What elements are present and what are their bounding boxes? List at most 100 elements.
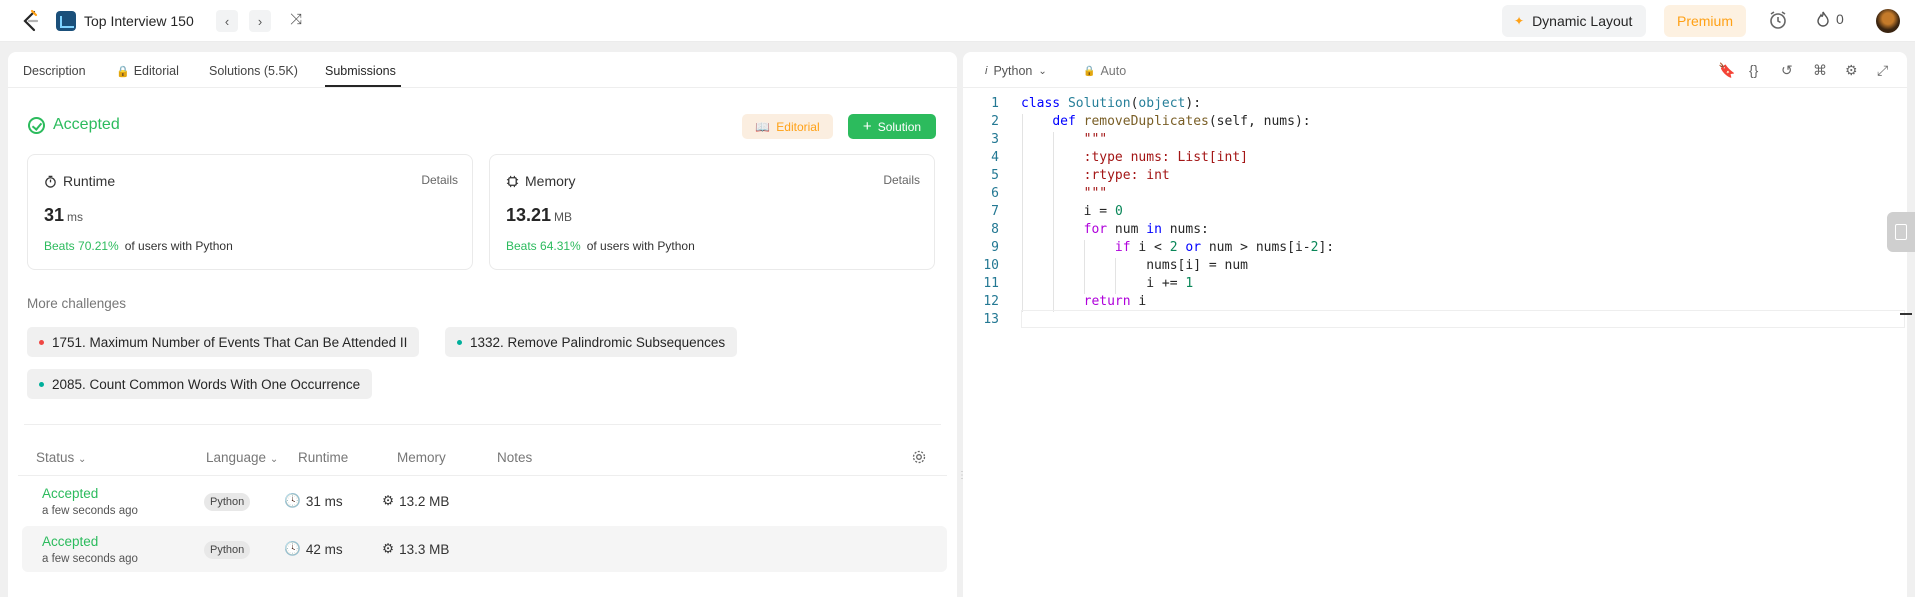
code-line: if i < 2 or num > nums[i-2]: [1021,240,1334,255]
editorial-button[interactable]: 📖 Editorial [742,114,833,139]
runtime-cell: 🕓 31 ms [284,493,343,509]
table-row[interactable]: Accepted a few seconds ago Python 🕓 42 ms… [22,526,947,572]
top-navbar: Top Interview 150 ‹ › ⤨ ✦ Dynamic Layout… [0,0,1915,42]
code-editor-panel: i Python ⌄ 🔒 Auto 🔖 {} ↺ ⌘ ⚙ ⤢ 1 2 3 4 5… [963,52,1907,597]
challenge-chip[interactable]: 2085. Count Common Words With One Occurr… [27,369,373,399]
runtime-cell-value: 42 ms [305,541,343,557]
lock-icon: 🔒 [1083,65,1096,77]
code-line: """ [1021,186,1107,201]
dynamic-layout-label: Dynamic Layout [1532,13,1633,29]
submission-time: a few seconds ago [42,505,138,517]
code-token: in [1146,222,1162,237]
dynamic-layout-button[interactable]: ✦ Dynamic Layout [1502,5,1646,37]
column-header-notes: Notes [497,450,533,465]
prev-problem-button[interactable]: ‹ [216,10,238,32]
settings-gear-icon[interactable] [912,450,926,464]
code-line: :type nums: List[int] [1021,150,1248,165]
book-icon: 📖 [755,119,771,134]
code-token: nums: [1161,222,1209,237]
code-token: Solution [1067,96,1131,111]
streak-counter[interactable]: 0 [1816,11,1844,27]
runtime-label: Runtime [63,173,116,189]
format-code-icon[interactable]: {} [1749,62,1758,78]
stopwatch-icon [45,175,56,188]
runtime-card[interactable]: Runtime Details 31 ms Beats 70.21% of user… [27,154,473,270]
more-challenges-title: More challenges [27,296,127,311]
code-line: def removeDuplicates(self, nums): [1021,114,1311,129]
line-number: 4 [991,150,999,165]
runtime-details-link[interactable]: Details [421,173,458,187]
runtime-beats-percent: Beats 70.21% [44,239,119,253]
language-selector[interactable]: i Python ⌄ [985,64,1047,78]
memory-details-link[interactable]: Details [883,173,920,187]
runtime-unit: ms [67,210,84,224]
active-tab-indicator [325,85,401,87]
code-token: i < [1130,240,1170,255]
problem-list-icon[interactable] [56,11,76,31]
auto-mode-toggle[interactable]: 🔒 Auto [1083,64,1126,78]
alarm-clock-icon[interactable] [1768,10,1788,30]
check-circle-icon [28,116,45,134]
challenge-chip[interactable]: 1332. Remove Palindromic Subsequences [445,327,738,357]
code-token: class [1021,96,1061,111]
side-document-tab[interactable] [1887,212,1915,252]
memory-cell: ⚙ 13.2 MB [382,493,449,509]
code-line: nums[i] = num [1021,258,1248,273]
memory-cell: ⚙ 13.3 MB [382,541,449,557]
memory-label: Memory [525,173,576,189]
code-line: class Solution(object): [1021,96,1201,111]
line-number: 2 [991,114,999,129]
post-solution-button[interactable]: + Solution [848,114,936,139]
code-token: (self, nums): [1208,114,1311,129]
chevron-down-icon: ⌄ [78,454,87,465]
chevron-down-icon: ⌄ [1038,65,1047,77]
next-problem-button[interactable]: › [249,10,271,32]
memory-value: 13.21 [506,205,552,225]
tab-editorial[interactable]: 🔒 Editorial [116,64,179,78]
result-status-label: Accepted [53,116,120,133]
problem-list-title[interactable]: Top Interview 150 [84,13,194,29]
tab-solutions[interactable]: Solutions (5.5K) [209,64,298,78]
reset-icon[interactable]: ↺ [1781,62,1793,79]
memory-card[interactable]: Memory Details 13.21 MB Beats 64.31% of us… [489,154,935,270]
runtime-value: 31 [44,205,65,225]
challenge-chip-label: 1751. Maximum Number of Events That Can … [52,334,408,350]
runtime-beats: Beats 70.21% of users with Python [44,239,233,253]
line-number: 5 [991,168,999,183]
line-number: 11 [983,276,999,291]
expand-icon[interactable]: ⤢ [1877,62,1888,79]
editorial-button-label: Editorial [776,119,820,134]
premium-button[interactable]: Premium [1664,5,1746,37]
column-header-language[interactable]: Language ⌄ [206,450,278,465]
column-header-status[interactable]: Status ⌄ [36,450,86,465]
chip-icon: ⚙ [382,541,395,556]
submission-status[interactable]: Accepted [42,534,98,549]
runtime-card-title: Runtime [44,173,115,189]
submission-time: a few seconds ago [42,553,138,565]
challenge-chip-label: 1332. Remove Palindromic Subsequences [470,334,726,350]
memory-cell-value: 13.2 MB [399,493,450,509]
tab-description[interactable]: Description [23,64,86,78]
code-token: return [1083,294,1131,309]
chevron-down-icon: ⌄ [269,454,279,465]
shortcuts-icon[interactable]: ⌘ [1813,62,1827,79]
info-icon: i [985,65,988,77]
bookmark-icon[interactable]: 🔖 [1718,62,1735,79]
tab-submissions[interactable]: Submissions [325,64,396,78]
line-number: 1 [991,96,999,111]
language-badge: Python [204,493,251,511]
avatar[interactable] [1876,9,1900,33]
code-token: ]: [1318,240,1335,255]
code-token: def [1052,114,1076,129]
leetcode-logo-icon[interactable] [20,9,42,33]
challenge-chip[interactable]: 1751. Maximum Number of Events That Can … [27,327,420,357]
solution-button-label: Solution [877,119,922,134]
settings-gear-icon[interactable]: ⚙ [1845,62,1858,79]
submission-status[interactable]: Accepted [42,486,98,501]
line-number: 10 [983,258,999,273]
memory-card-title: Memory [506,173,576,189]
runtime-cell-value: 31 ms [305,493,343,509]
table-row[interactable]: Accepted a few seconds ago Python 🕓 31 ms… [22,478,947,524]
shuffle-icon[interactable]: ⤨ [290,11,302,28]
column-header-runtime: Runtime [298,450,349,465]
